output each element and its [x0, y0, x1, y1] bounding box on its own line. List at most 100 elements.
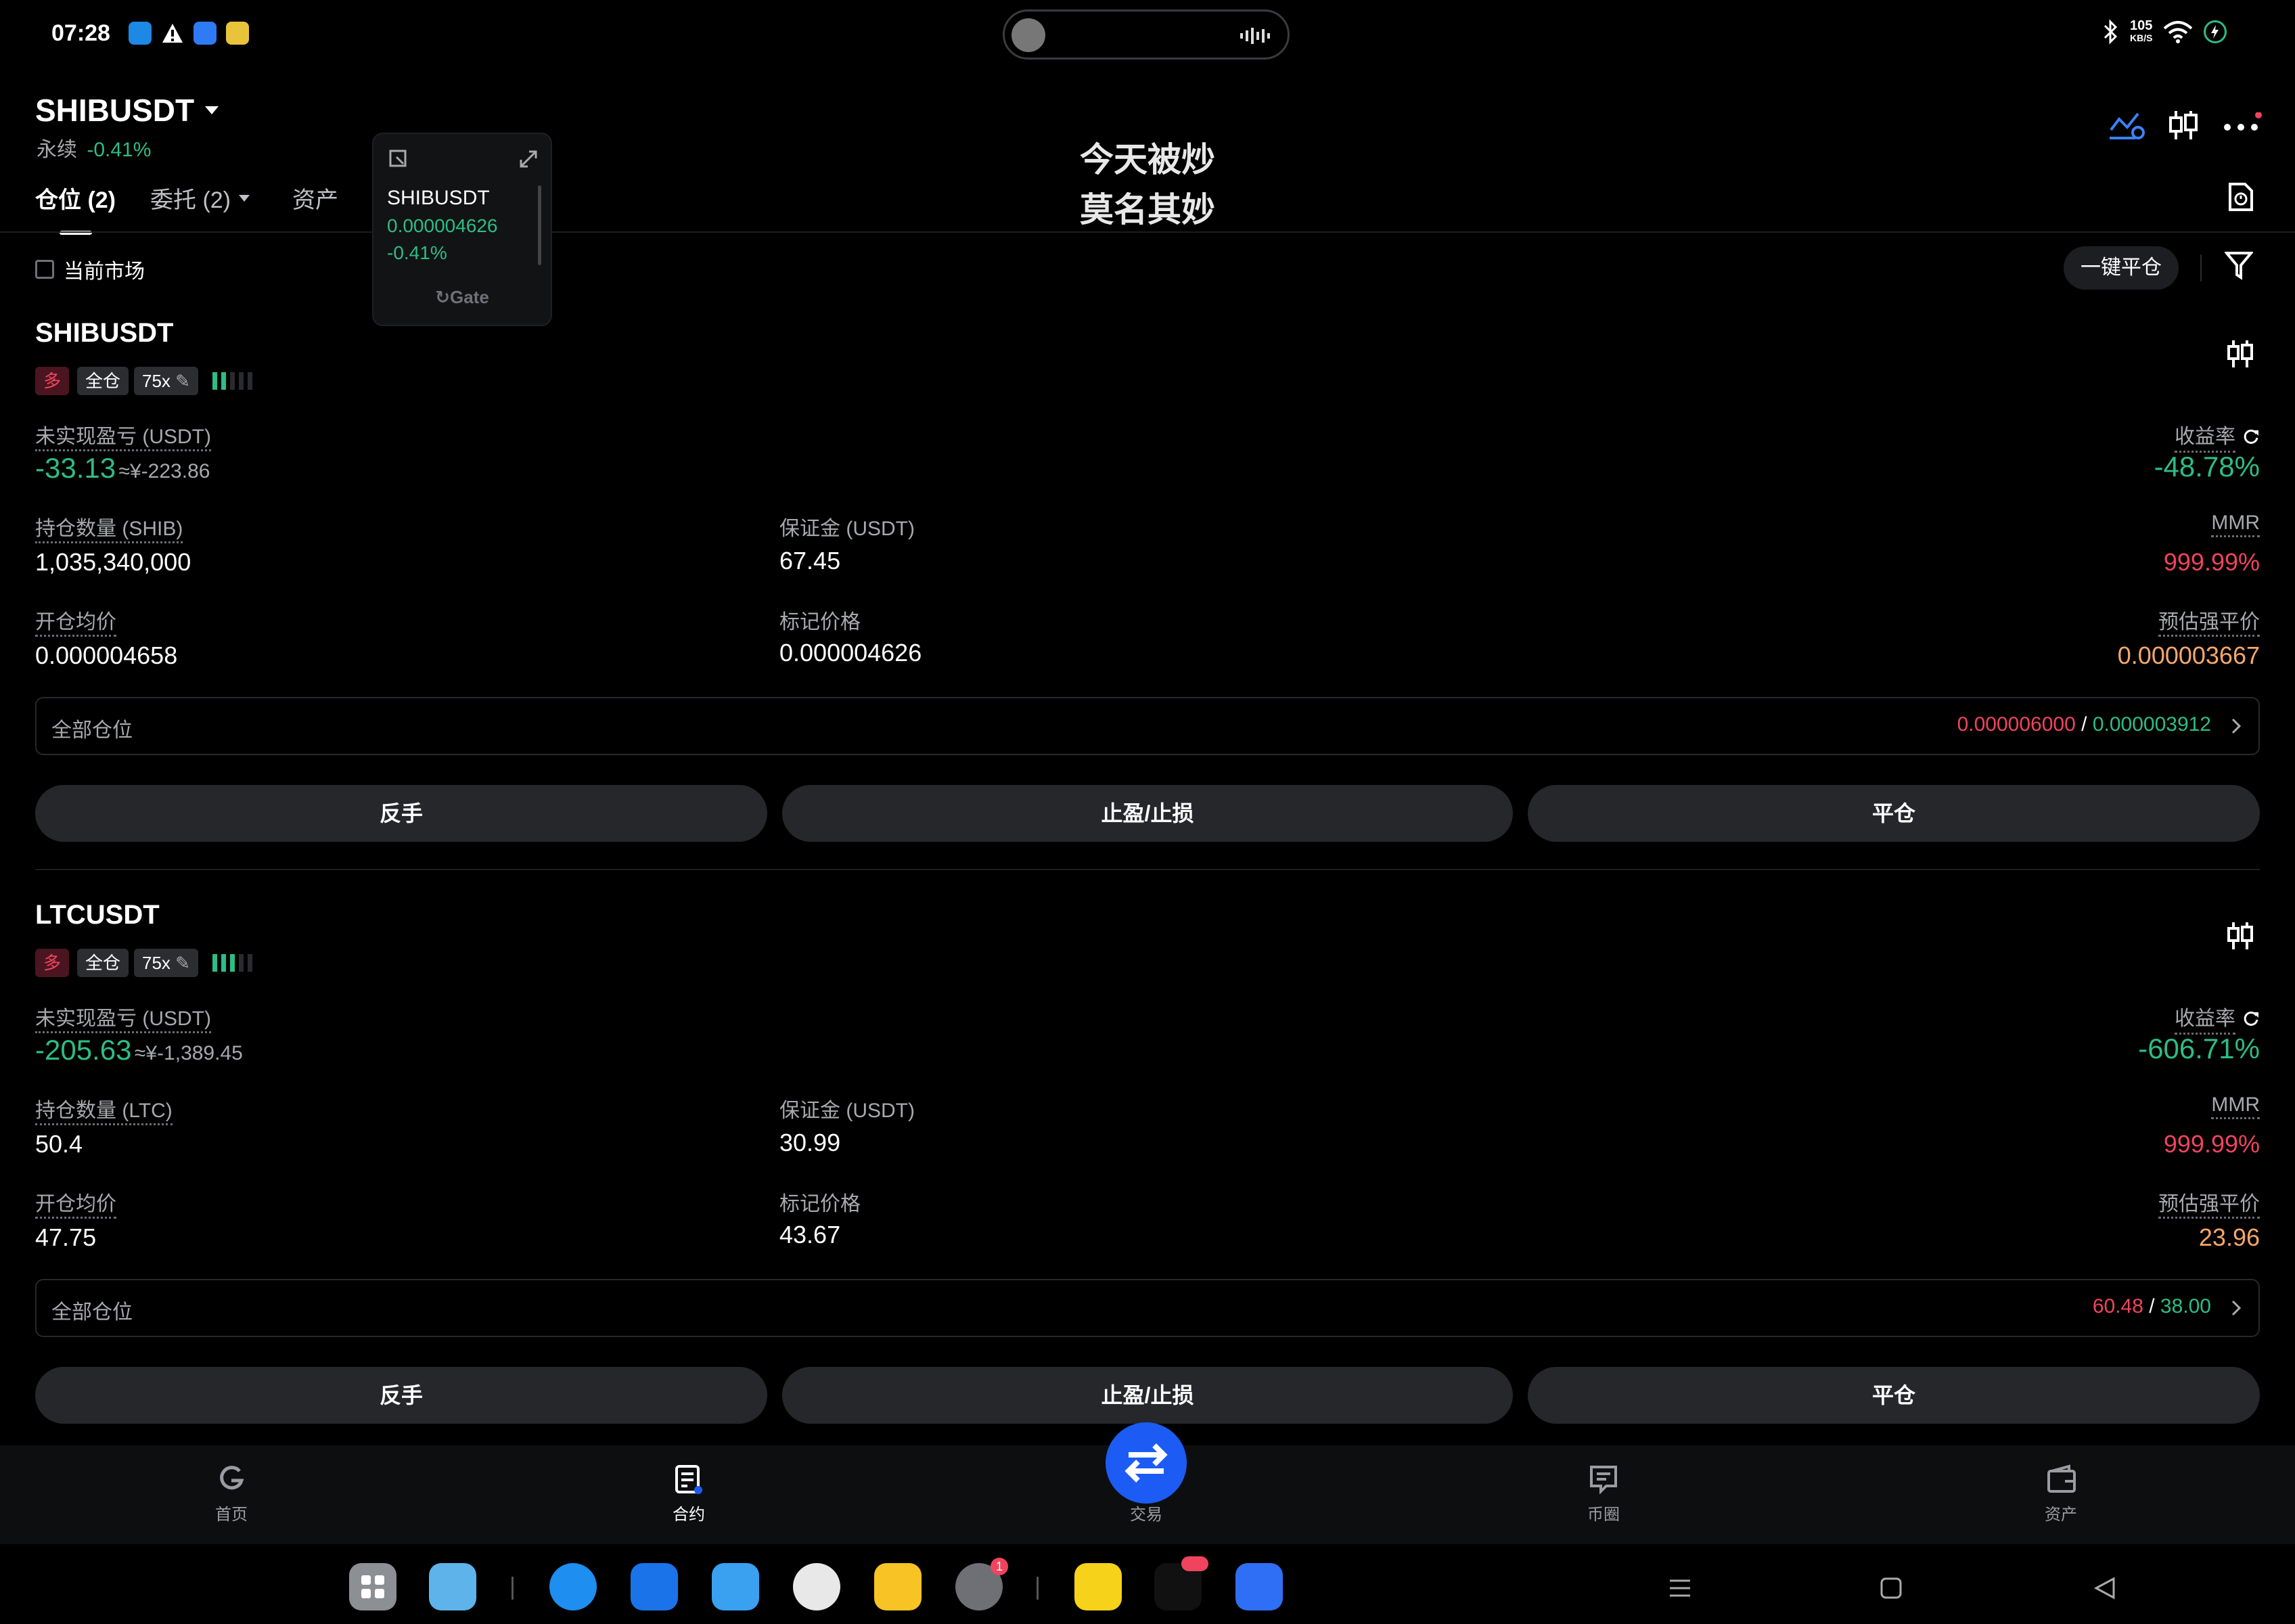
files-icon[interactable] — [631, 1563, 678, 1610]
audio-wave-icon — [1240, 28, 1273, 44]
recent-apps-icon[interactable] — [1668, 1577, 1691, 1600]
tab-orders-label: 委托 (2) — [150, 187, 231, 213]
tiktok-icon[interactable] — [1154, 1556, 1208, 1610]
pnl-label: 未实现盈亏 (USDT) — [35, 1001, 211, 1033]
nav-futures[interactable]: 合约 — [621, 1464, 756, 1539]
folder-icon[interactable] — [429, 1563, 476, 1610]
mini-ticker-price: 0.000004626 — [387, 215, 498, 236]
mark-value: 0.000004626 — [779, 639, 922, 667]
liq-value: 23.96 — [2198, 1223, 2260, 1251]
nav-assets[interactable]: 资产 — [1993, 1464, 2129, 1539]
settings-icon[interactable]: 1 — [955, 1558, 1008, 1610]
warning-icon — [161, 22, 184, 45]
filter-divider — [2200, 254, 2202, 281]
position-chart-icon[interactable] — [2226, 920, 2254, 951]
dynamic-island[interactable] — [1003, 9, 1290, 60]
leverage-badge[interactable]: 75x ✎ — [134, 949, 198, 977]
chat-icon — [1589, 1464, 1618, 1494]
nav-futures-label: 合约 — [673, 1506, 705, 1524]
qty-label: 持仓数量 (SHIB) — [35, 512, 183, 543]
entry-label: 开仓均价 — [35, 1187, 116, 1219]
nav-trade[interactable]: 交易 — [1078, 1422, 1214, 1537]
reverse-button[interactable]: 反手 — [35, 1367, 767, 1424]
tab-orders[interactable]: 委托 (2) — [150, 181, 251, 215]
tab-positions[interactable]: 仓位 (2) — [35, 181, 116, 235]
exchange-app-icon[interactable] — [1235, 1563, 1283, 1610]
tab-assets[interactable]: 资产 — [292, 181, 338, 215]
camera-icon[interactable] — [793, 1563, 840, 1610]
mmr-label: MMR — [2211, 1093, 2260, 1119]
margin-label: 保证金 (USDT) — [779, 1100, 915, 1122]
back-icon[interactable] — [2093, 1577, 2116, 1600]
history-icon[interactable] — [2226, 181, 2254, 212]
caret-down-icon — [239, 194, 250, 202]
tpsl-button[interactable]: 止盈/止损 — [782, 785, 1513, 842]
refresh-icon[interactable] — [2242, 428, 2260, 445]
roe-label[interactable]: 收益率 — [2175, 1001, 2260, 1035]
app-notif-icon — [226, 22, 249, 45]
contract-subtitle: 永续 -0.41% — [37, 133, 151, 162]
mini-ticker-window[interactable]: SHIBUSDT 0.000004626 -0.41% ↻Gate — [372, 133, 552, 326]
expand-icon[interactable] — [518, 149, 539, 169]
current-market-label: 当前市场 — [64, 261, 145, 283]
app-drawer-icon[interactable] — [349, 1563, 396, 1610]
notes-icon[interactable] — [874, 1563, 922, 1610]
symbol-selector[interactable]: SHIBUSDT — [35, 92, 220, 129]
all-positions-row[interactable]: 全部仓位 60.48 / 38.00 — [35, 1279, 2260, 1337]
mini-ticker-symbol: SHIBUSDT — [387, 187, 490, 209]
close-position-button[interactable]: 平仓 — [1528, 1367, 2260, 1424]
edit-icon: ✎ — [175, 953, 190, 973]
nav-assets-label: 资产 — [2045, 1506, 2077, 1524]
candlestick-chart-icon[interactable] — [2168, 108, 2199, 142]
margin-label: 保证金 (USDT) — [779, 518, 915, 540]
all-positions-label: 全部仓位 — [51, 719, 133, 742]
mini-ticker-scrollbar[interactable] — [538, 185, 541, 265]
close-position-button[interactable]: 平仓 — [1528, 785, 2260, 842]
qty-label: 持仓数量 (LTC) — [35, 1093, 173, 1125]
margin-mode-badge: 全仓 — [77, 949, 129, 977]
gallery-icon[interactable] — [712, 1563, 759, 1610]
qty-value: 1,035,340,000 — [35, 548, 191, 576]
home-button-icon[interactable] — [1880, 1577, 1903, 1600]
reverse-button[interactable]: 反手 — [35, 785, 767, 842]
strategy-icon[interactable] — [2108, 110, 2145, 141]
leverage-badge[interactable]: 75x ✎ — [134, 367, 198, 395]
refresh-icon[interactable] — [2242, 1010, 2260, 1027]
position-chart-icon[interactable] — [2226, 338, 2254, 369]
pip-icon[interactable] — [388, 149, 409, 169]
dock-divider — [1037, 1577, 1039, 1600]
tpsl-button[interactable]: 止盈/止损 — [782, 1367, 1513, 1424]
edit-icon: ✎ — [175, 371, 190, 391]
page-title: SHIBUSDT — [35, 93, 195, 128]
price-change: -0.41% — [87, 139, 152, 161]
music-icon[interactable] — [1074, 1563, 1122, 1610]
checkbox[interactable] — [35, 260, 54, 279]
entry-label: 开仓均价 — [35, 605, 116, 637]
filter-icon[interactable] — [2225, 250, 2253, 281]
side-badge: 多 — [35, 367, 70, 395]
nav-home[interactable]: 首页 — [164, 1464, 299, 1539]
caret-down-icon — [204, 105, 220, 116]
mini-ticker-change: -0.41% — [387, 242, 447, 263]
pnl-label: 未实现盈亏 (USDT) — [35, 420, 211, 451]
side-badge: 多 — [35, 949, 70, 977]
liq-label: 预估强平价 — [2158, 605, 2260, 637]
nav-community[interactable]: 币圈 — [1536, 1464, 1671, 1539]
all-positions-row[interactable]: 全部仓位 0.000006000 / 0.000003912 — [35, 697, 2260, 755]
bottom-nav: 首页 合约 交易 币圈 资产 — [0, 1422, 2295, 1544]
position-symbol[interactable]: SHIBUSDT — [35, 318, 173, 348]
wifi-icon — [2163, 20, 2193, 43]
browser-icon[interactable] — [549, 1563, 597, 1610]
more-icon[interactable] — [2222, 112, 2263, 139]
close-all-button[interactable]: 一键平仓 — [2064, 246, 2179, 290]
roe-label[interactable]: 收益率 — [2175, 420, 2260, 453]
header-divider — [0, 231, 2295, 233]
overlay-text-line1: 今天被炒 — [1080, 141, 1215, 179]
mark-label: 标记价格 — [779, 1193, 861, 1215]
dock-divider — [512, 1577, 514, 1600]
chevron-right-icon — [2230, 717, 2242, 735]
current-market-filter[interactable]: 当前市场 — [35, 254, 145, 284]
entry-value: 0.000004658 — [35, 641, 178, 669]
liq-value: 0.000003667 — [2117, 641, 2260, 669]
position-symbol[interactable]: LTCUSDT — [35, 900, 160, 930]
